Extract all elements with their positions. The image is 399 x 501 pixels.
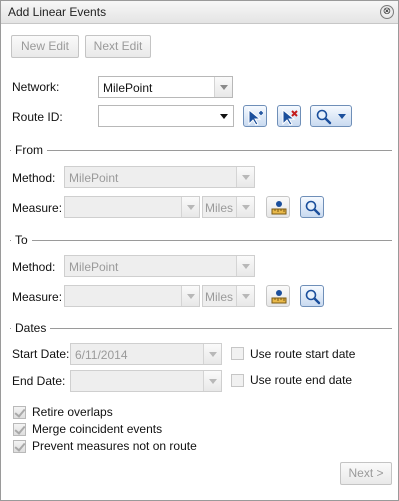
close-icon[interactable]: ⊗ bbox=[380, 5, 394, 19]
prevent-measures-label[interactable]: Prevent measures not on route bbox=[32, 439, 197, 453]
to-section-header: To bbox=[10, 233, 392, 247]
search-icon bbox=[316, 109, 332, 125]
start-date-picker[interactable]: 6/11/2014 bbox=[70, 343, 222, 365]
clear-route-icon bbox=[282, 108, 298, 126]
chevron-down-icon bbox=[338, 114, 346, 119]
end-date-label: End Date: bbox=[12, 374, 66, 388]
from-units-select[interactable]: Miles bbox=[202, 196, 255, 218]
merge-coincident-label[interactable]: Merge coincident events bbox=[32, 422, 162, 436]
chevron-down-icon[interactable] bbox=[203, 371, 221, 391]
retire-overlaps-label[interactable]: Retire overlaps bbox=[32, 405, 113, 419]
next-edit-button[interactable]: Next Edit bbox=[85, 35, 151, 58]
from-method-select[interactable]: MilePoint bbox=[64, 166, 255, 188]
title-bar: Add Linear Events ⊗ bbox=[1, 1, 398, 24]
to-method-select[interactable]: MilePoint bbox=[64, 255, 255, 277]
chevron-down-icon[interactable] bbox=[181, 197, 199, 217]
from-method-value: MilePoint bbox=[69, 171, 119, 185]
new-edit-button[interactable]: New Edit bbox=[11, 35, 79, 58]
add-linear-events-panel: Add Linear Events ⊗ New Edit Next Edit N… bbox=[0, 0, 399, 501]
to-method-value: MilePoint bbox=[69, 260, 119, 274]
to-measure-tool-button[interactable] bbox=[266, 285, 290, 307]
from-units-value: Miles bbox=[205, 201, 234, 215]
use-route-end-date-checkbox[interactable] bbox=[231, 374, 244, 387]
zoom-search-icon bbox=[305, 289, 321, 305]
network-select[interactable]: MilePoint bbox=[98, 76, 233, 98]
chevron-down-icon[interactable] bbox=[236, 286, 254, 306]
measure-ruler-icon bbox=[271, 290, 287, 304]
prevent-measures-checkbox[interactable] bbox=[13, 440, 26, 453]
start-date-label: Start Date: bbox=[12, 347, 70, 361]
to-units-value: Miles bbox=[205, 290, 234, 304]
chevron-down-icon[interactable] bbox=[203, 344, 221, 364]
select-route-from-map-button[interactable] bbox=[243, 105, 267, 127]
measure-ruler-icon bbox=[271, 201, 287, 215]
use-route-end-date-label[interactable]: Use route end date bbox=[250, 373, 352, 387]
to-measure-input[interactable] bbox=[64, 285, 200, 307]
to-section-title: To bbox=[11, 233, 32, 247]
next-button[interactable]: Next > bbox=[340, 462, 392, 485]
chevron-down-icon[interactable] bbox=[236, 197, 254, 217]
search-route-dropdown[interactable] bbox=[310, 105, 352, 127]
start-date-value: 6/11/2014 bbox=[75, 348, 128, 362]
to-method-label: Method: bbox=[12, 260, 56, 274]
select-route-from-map-icon bbox=[248, 108, 263, 126]
to-units-select[interactable]: Miles bbox=[202, 285, 255, 307]
chevron-down-icon[interactable] bbox=[236, 256, 254, 276]
network-value: MilePoint bbox=[103, 81, 153, 95]
from-section-title: From bbox=[11, 143, 47, 157]
dates-section-header: Dates bbox=[10, 321, 392, 335]
route-id-label: Route ID: bbox=[12, 110, 63, 124]
from-measure-input[interactable] bbox=[64, 196, 200, 218]
network-label: Network: bbox=[12, 80, 60, 94]
use-route-start-date-checkbox[interactable] bbox=[231, 347, 244, 360]
clear-route-button[interactable] bbox=[277, 105, 301, 127]
dates-section-title: Dates bbox=[11, 321, 51, 335]
chevron-down-icon[interactable] bbox=[215, 106, 233, 126]
zoom-search-icon bbox=[305, 200, 321, 216]
to-measure-label: Measure: bbox=[12, 290, 63, 304]
from-measure-label: Measure: bbox=[12, 201, 63, 215]
from-method-label: Method: bbox=[12, 171, 56, 185]
chevron-down-icon[interactable] bbox=[181, 286, 199, 306]
chevron-down-icon[interactable] bbox=[214, 77, 232, 97]
from-section-header: From bbox=[10, 143, 392, 157]
route-id-input[interactable] bbox=[98, 105, 234, 127]
to-zoom-button[interactable] bbox=[300, 285, 324, 307]
from-zoom-button[interactable] bbox=[300, 196, 324, 218]
use-route-start-date-label[interactable]: Use route start date bbox=[250, 347, 355, 361]
from-measure-tool-button[interactable] bbox=[266, 196, 290, 218]
window-title: Add Linear Events bbox=[8, 5, 107, 19]
retire-overlaps-checkbox[interactable] bbox=[13, 406, 26, 419]
merge-coincident-checkbox[interactable] bbox=[13, 423, 26, 436]
chevron-down-icon[interactable] bbox=[236, 167, 254, 187]
end-date-picker[interactable] bbox=[70, 370, 222, 392]
